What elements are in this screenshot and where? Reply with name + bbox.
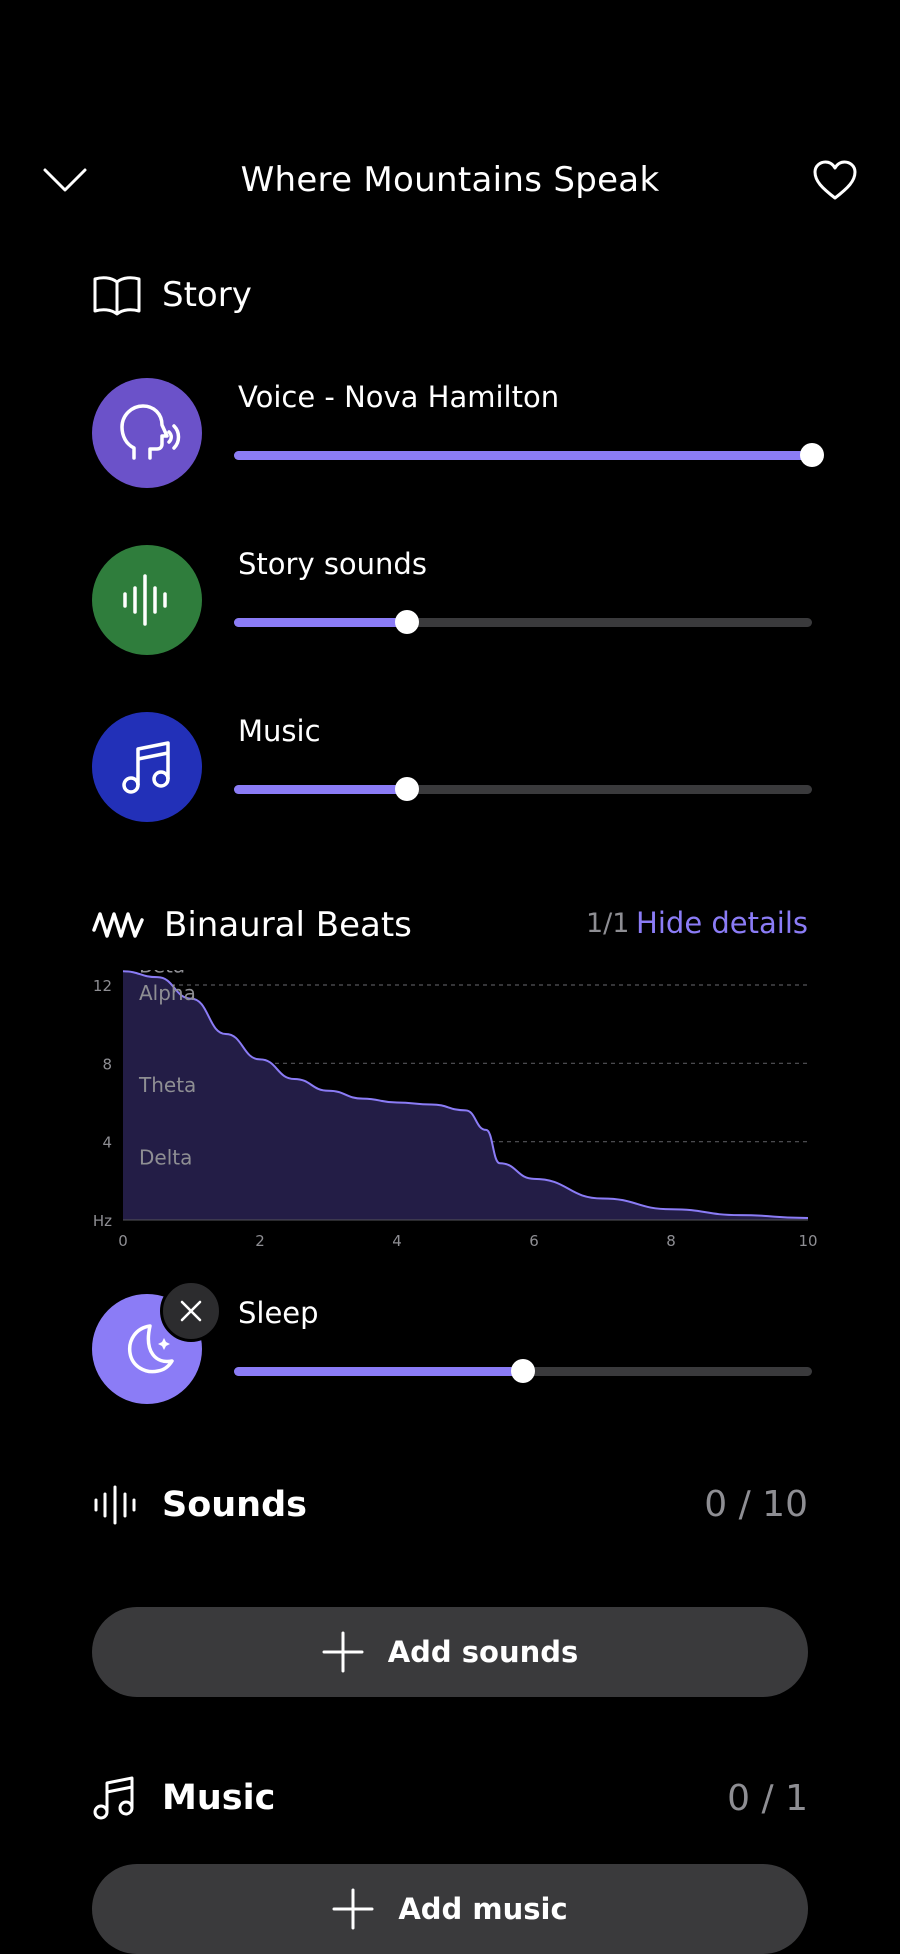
favorite-button[interactable] <box>800 150 870 210</box>
band-label: Alpha <box>139 981 196 1005</box>
slider-fill <box>234 451 812 460</box>
music-note-icon <box>122 741 170 794</box>
hide-details-link[interactable]: Hide details <box>636 906 808 940</box>
binaural-section-header: Binaural Beats <box>92 900 412 950</box>
page-title: Where Mountains Speak <box>240 160 660 200</box>
y-tick-label: 8 <box>102 1055 112 1073</box>
sounds-label: Sounds <box>162 1485 307 1525</box>
add-sounds-button[interactable]: Add sounds <box>92 1607 808 1697</box>
binaural-frequency-chart: 12 8 4 Hz 0 2 4 6 8 10 Beta Alpha Theta Delta <box>93 970 818 1250</box>
waveform-icon <box>92 912 144 938</box>
binaural-count: 1/1 <box>586 908 630 939</box>
x-tick-label: 10 <box>798 1232 817 1250</box>
x-tick-label: 4 <box>392 1232 402 1250</box>
add-music-button[interactable]: Add music <box>92 1864 808 1954</box>
story-section-header: Story <box>92 270 252 320</box>
music-level-label: Music <box>238 714 321 748</box>
music-note-icon <box>93 1776 134 1820</box>
sound-wave-icon <box>94 1485 136 1525</box>
x-tick-label: 0 <box>118 1232 128 1250</box>
binaural-label: Binaural Beats <box>164 905 412 945</box>
y-tick-label: 12 <box>93 977 112 995</box>
close-icon <box>180 1300 202 1322</box>
band-label: Delta <box>139 1145 192 1169</box>
x-tick-label: 2 <box>255 1232 265 1250</box>
slider-fill <box>234 785 408 794</box>
plus-icon <box>332 1888 374 1930</box>
heart-icon <box>813 160 857 200</box>
book-icon <box>93 276 141 316</box>
voice-avatar <box>92 378 202 488</box>
story-sounds-label: Story sounds <box>238 547 427 581</box>
story-sounds-volume-slider[interactable] <box>234 610 812 634</box>
music-avatar <box>92 712 202 822</box>
music-section-header: Music <box>92 1773 275 1823</box>
slider-thumb[interactable] <box>395 610 420 634</box>
slider-fill <box>234 1367 523 1376</box>
y-tick-label: Hz <box>93 1212 112 1230</box>
music-label: Music <box>162 1778 276 1818</box>
slider-thumb[interactable] <box>395 777 420 801</box>
voice-label: Voice - Nova Hamilton <box>238 380 560 414</box>
slider-thumb[interactable] <box>800 443 824 467</box>
x-tick-label: 8 <box>666 1232 676 1250</box>
sounds-section-header: Sounds <box>92 1480 307 1530</box>
add-sounds-label: Add sounds <box>387 1635 579 1669</box>
sleep-label: Sleep <box>238 1296 319 1330</box>
music-count: 0 / 1 <box>727 1778 808 1819</box>
band-label: Theta <box>138 1073 196 1097</box>
add-music-label: Add music <box>398 1892 568 1926</box>
slider-fill <box>234 618 408 627</box>
plus-icon <box>322 1631 364 1673</box>
sleep-slider[interactable] <box>234 1359 812 1383</box>
slider-thumb[interactable] <box>511 1359 535 1383</box>
x-tick-label: 6 <box>529 1232 539 1250</box>
speaking-head-icon <box>120 404 181 460</box>
music-volume-slider[interactable] <box>234 777 812 801</box>
story-sounds-avatar <box>92 545 202 655</box>
sound-wave-icon <box>123 574 167 626</box>
sounds-count: 0 / 10 <box>704 1484 808 1525</box>
y-tick-label: 4 <box>102 1134 112 1152</box>
band-label: Beta <box>139 970 185 977</box>
story-label: Story <box>162 275 252 315</box>
remove-sleep-button[interactable] <box>160 1280 222 1342</box>
chart-area <box>123 971 808 1220</box>
voice-volume-slider[interactable] <box>234 443 824 467</box>
